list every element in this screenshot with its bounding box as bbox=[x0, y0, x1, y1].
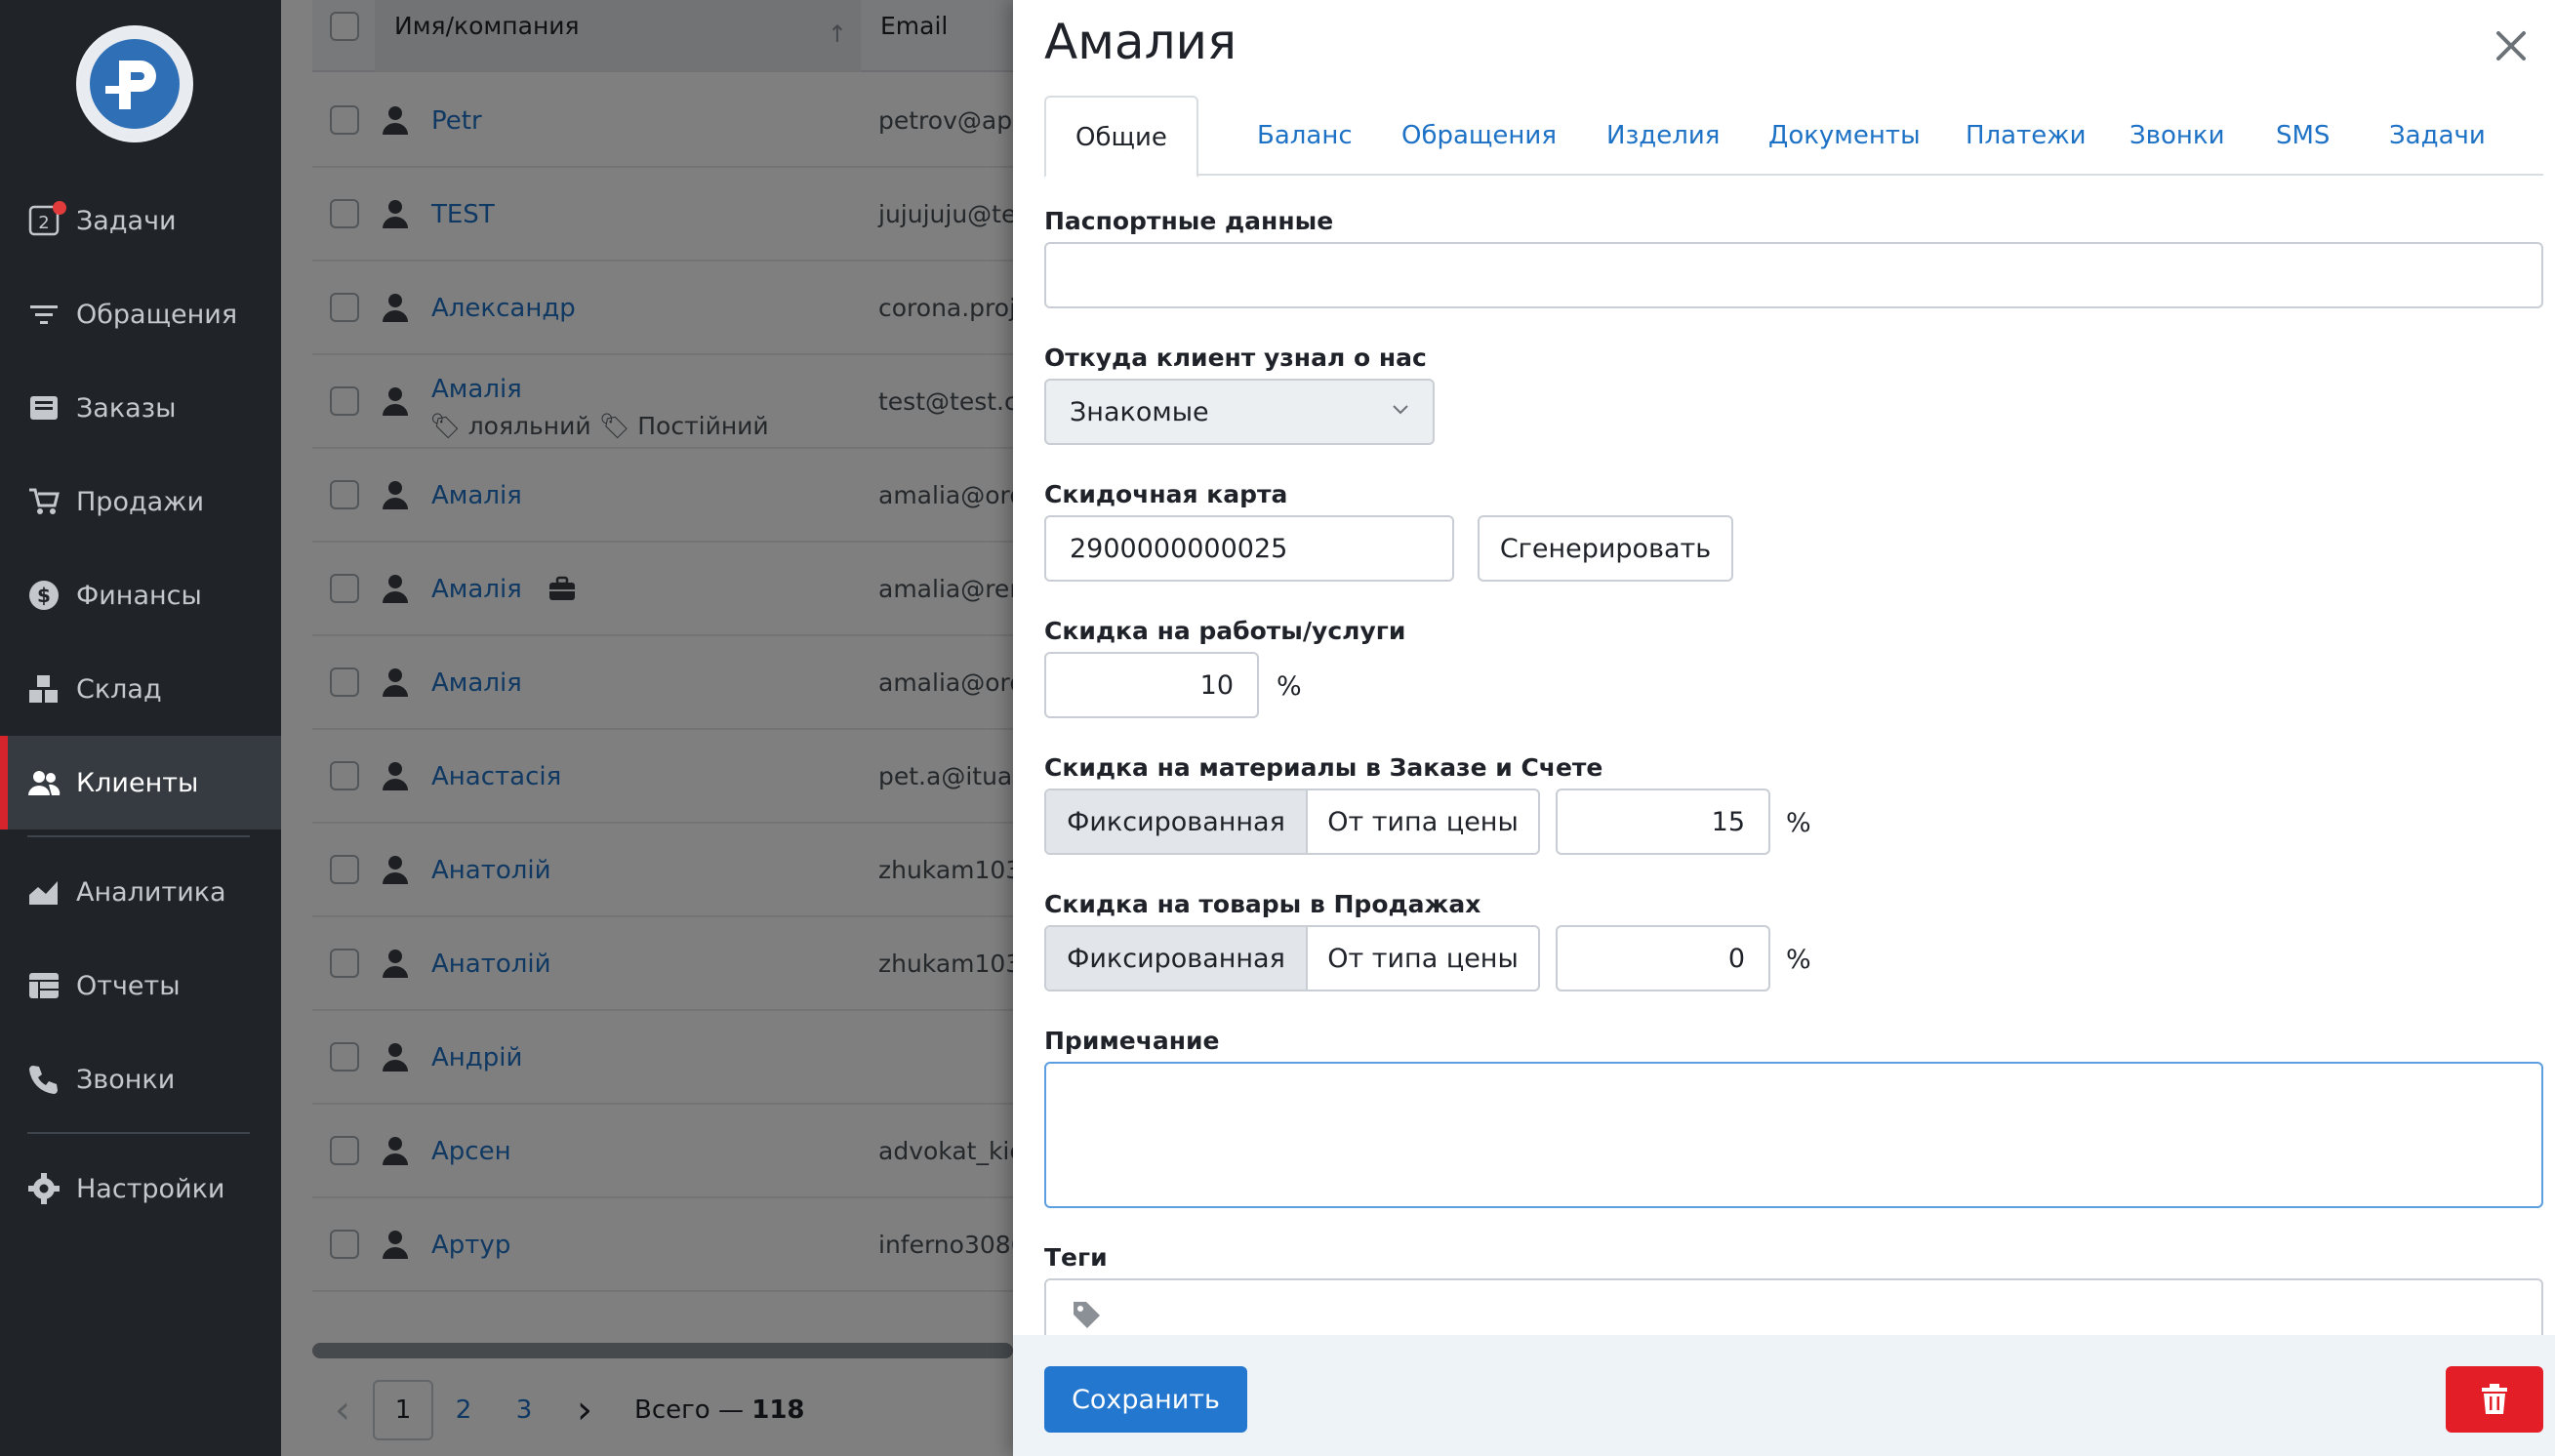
sidebar-item-label: Аналитика bbox=[76, 876, 226, 908]
discount-materials-label: Скидка на материалы в Заказе и Счете bbox=[1044, 753, 1603, 782]
sidebar-item-label: Настройки bbox=[76, 1173, 225, 1204]
sidebar-item-warehouse[interactable]: Склад bbox=[0, 642, 281, 736]
percent-unit: % bbox=[1786, 945, 1811, 975]
sidebar-item-settings[interactable]: Настройки bbox=[0, 1142, 281, 1235]
generate-button[interactable]: Сгенерировать bbox=[1478, 515, 1733, 582]
source-select[interactable]: Знакомые bbox=[1044, 379, 1435, 445]
sidebar-item-sales[interactable]: Продажи bbox=[0, 455, 281, 548]
tab-balance[interactable]: Баланс bbox=[1257, 96, 1353, 176]
dollar-icon: $ bbox=[29, 581, 59, 610]
cart-icon bbox=[29, 488, 60, 514]
inbox-icon bbox=[30, 396, 58, 420]
percent-unit: % bbox=[1786, 808, 1811, 838]
sidebar-item-label: Заказы bbox=[76, 392, 177, 424]
sidebar-item-label: Склад bbox=[76, 673, 162, 705]
tab-payments[interactable]: Платежи bbox=[1966, 96, 2087, 176]
save-button[interactable]: Сохранить bbox=[1044, 1366, 1247, 1433]
sidebar-item-label: Продажи bbox=[76, 486, 205, 517]
client-drawer: Амалия Общие Баланс Обращения Изделия До… bbox=[1013, 0, 2555, 1456]
tab-products[interactable]: Изделия bbox=[1606, 96, 1720, 176]
sidebar: 2 Задачи Обращения Заказы Продажи $ Фина… bbox=[0, 0, 281, 1456]
filter-icon bbox=[30, 305, 58, 324]
price-type-option[interactable]: От типа цены bbox=[1308, 927, 1538, 990]
card-input[interactable]: 2900000000025 bbox=[1044, 515, 1454, 582]
tags-label: Теги bbox=[1044, 1243, 1108, 1272]
sidebar-item-calls[interactable]: Звонки bbox=[0, 1032, 281, 1126]
sidebar-item-label: Обращения bbox=[76, 299, 238, 330]
trash-icon bbox=[2482, 1384, 2507, 1414]
close-icon[interactable] bbox=[2487, 21, 2535, 70]
sidebar-item-label: Отчеты bbox=[76, 970, 181, 1001]
fixed-option[interactable]: Фиксированная bbox=[1046, 927, 1308, 990]
modal-backdrop[interactable] bbox=[281, 0, 1013, 1456]
notification-dot bbox=[53, 201, 66, 215]
sidebar-item-label: Клиенты bbox=[76, 767, 199, 798]
discount-services-label: Скидка на работы/услуги bbox=[1044, 617, 1406, 645]
sidebar-item-tasks[interactable]: 2 Задачи bbox=[0, 174, 281, 267]
tab-general[interactable]: Общие bbox=[1044, 96, 1198, 178]
sidebar-item-finance[interactable]: $ Финансы bbox=[0, 548, 281, 642]
discount-goods-label: Скидка на товары в Продажах bbox=[1044, 890, 1481, 918]
sidebar-item-analytics[interactable]: Аналитика bbox=[0, 845, 281, 939]
percent-unit: % bbox=[1277, 671, 1302, 702]
app-logo[interactable] bbox=[76, 25, 193, 142]
users-icon bbox=[28, 771, 61, 795]
source-label: Откуда клиент узнал о нас bbox=[1044, 344, 1427, 372]
sidebar-item-label: Задачи bbox=[76, 205, 177, 236]
tab-sms[interactable]: SMS bbox=[2276, 96, 2330, 176]
tab-calls[interactable]: Звонки bbox=[2129, 96, 2225, 176]
chevron-down-icon bbox=[1393, 405, 1408, 415]
tab-documents[interactable]: Документы bbox=[1768, 96, 1921, 176]
discount-goods-mode: Фиксированная От типа цены bbox=[1044, 925, 1540, 991]
tag-icon bbox=[1074, 1302, 1100, 1328]
passport-input[interactable] bbox=[1044, 242, 2543, 308]
price-type-option[interactable]: От типа цены bbox=[1308, 790, 1538, 853]
sidebar-divider bbox=[27, 1132, 250, 1134]
fixed-option[interactable]: Фиксированная bbox=[1046, 790, 1308, 853]
phone-icon bbox=[29, 1066, 58, 1094]
card-label: Скидочная карта bbox=[1044, 480, 1288, 508]
delete-button[interactable] bbox=[2446, 1366, 2543, 1433]
boxes-icon bbox=[29, 675, 58, 703]
sidebar-item-label: Финансы bbox=[76, 580, 202, 611]
svg-text:$: $ bbox=[37, 584, 51, 607]
table-icon bbox=[29, 973, 59, 998]
drawer-tabs: Общие Баланс Обращения Изделия Документы… bbox=[1044, 96, 2543, 178]
passport-label: Паспортные данные bbox=[1044, 207, 1334, 235]
sidebar-item-reports[interactable]: Отчеты bbox=[0, 939, 281, 1032]
discount-materials-input[interactable]: 15 bbox=[1556, 789, 1770, 855]
note-label: Примечание bbox=[1044, 1027, 1220, 1055]
discount-goods-input[interactable]: 0 bbox=[1556, 925, 1770, 991]
sidebar-item-requests[interactable]: Обращения bbox=[0, 267, 281, 361]
sidebar-item-label: Звонки bbox=[76, 1064, 176, 1095]
note-textarea[interactable] bbox=[1044, 1062, 2543, 1208]
drawer-title: Амалия bbox=[1044, 14, 1237, 70]
sidebar-item-clients[interactable]: Клиенты bbox=[0, 736, 281, 829]
source-select-value: Знакомые bbox=[1070, 396, 1209, 427]
drawer-footer: Сохранить bbox=[1013, 1335, 2555, 1456]
discount-services-input[interactable]: 10 bbox=[1044, 652, 1259, 718]
svg-text:2: 2 bbox=[38, 213, 49, 233]
sidebar-divider bbox=[27, 835, 250, 837]
tab-tasks[interactable]: Задачи bbox=[2389, 96, 2486, 176]
discount-materials-mode: Фиксированная От типа цены bbox=[1044, 789, 1540, 855]
gear-icon bbox=[28, 1173, 60, 1204]
area-chart-icon bbox=[29, 881, 58, 905]
sidebar-item-orders[interactable]: Заказы bbox=[0, 361, 281, 455]
tab-requests[interactable]: Обращения bbox=[1401, 96, 1557, 176]
